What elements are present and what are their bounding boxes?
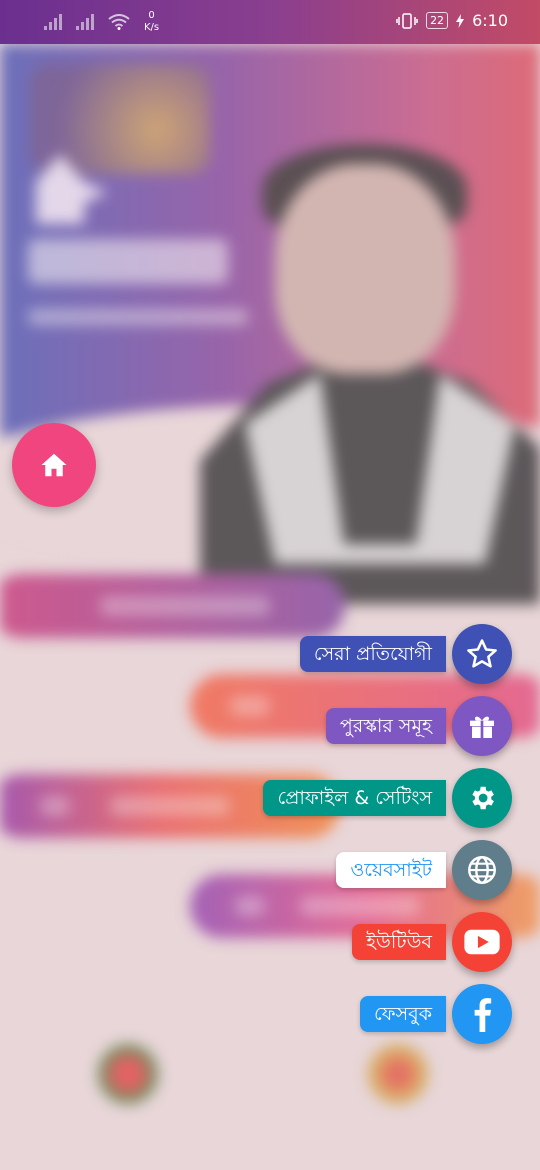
facebook-icon — [474, 998, 492, 1032]
speed-dial-prizes[interactable]: পুরস্কার সমূহ — [325, 696, 512, 756]
cell-signal-icon — [76, 14, 94, 30]
best-contestant-label[interactable]: সেরা প্রতিযোগী — [299, 636, 446, 672]
prizes-label[interactable]: পুরস্কার সমূহ — [325, 708, 446, 744]
website-label[interactable]: ওয়েবসাইট — [336, 852, 446, 888]
facebook-label[interactable]: ফেসবুক — [359, 996, 446, 1032]
home-button[interactable] — [12, 423, 96, 507]
youtube-button[interactable] — [452, 912, 512, 972]
facebook-button[interactable] — [452, 984, 512, 1044]
speed-dial-website[interactable]: ওয়েবসাইট — [336, 840, 512, 900]
gift-icon — [470, 716, 494, 738]
battery-level: 22 — [426, 12, 449, 29]
cell-signal-icon — [44, 14, 62, 30]
status-bar: 0 K/s 22 6:10 — [0, 0, 540, 44]
net-speed-unit: K/s — [144, 22, 160, 33]
profile-settings-label[interactable]: প্রোফাইল & সেটিংস — [263, 780, 446, 816]
net-speed-value: 0 — [148, 10, 155, 21]
wifi-icon — [108, 14, 130, 30]
speed-dial-profile-settings[interactable]: প্রোফাইল & সেটিংস — [263, 768, 512, 828]
net-speed: 0 K/s — [144, 10, 159, 34]
vibrate-icon — [396, 12, 418, 29]
charging-icon — [456, 13, 465, 28]
home-icon — [41, 453, 67, 477]
clock: 6:10 — [472, 11, 508, 30]
star-icon — [467, 639, 497, 668]
best-contestant-button[interactable] — [452, 624, 512, 684]
website-button[interactable] — [452, 840, 512, 900]
speed-dial-best-contestant[interactable]: সেরা প্রতিযোগী — [299, 624, 512, 684]
youtube-icon — [464, 929, 500, 955]
gear-icon — [472, 786, 494, 810]
prizes-button[interactable] — [452, 696, 512, 756]
globe-icon — [468, 856, 496, 884]
speed-dial-facebook[interactable]: ফেসবুক — [359, 984, 512, 1044]
speed-dial-youtube[interactable]: ইউটিউব — [352, 912, 512, 972]
youtube-label[interactable]: ইউটিউব — [352, 924, 446, 960]
profile-settings-button[interactable] — [452, 768, 512, 828]
